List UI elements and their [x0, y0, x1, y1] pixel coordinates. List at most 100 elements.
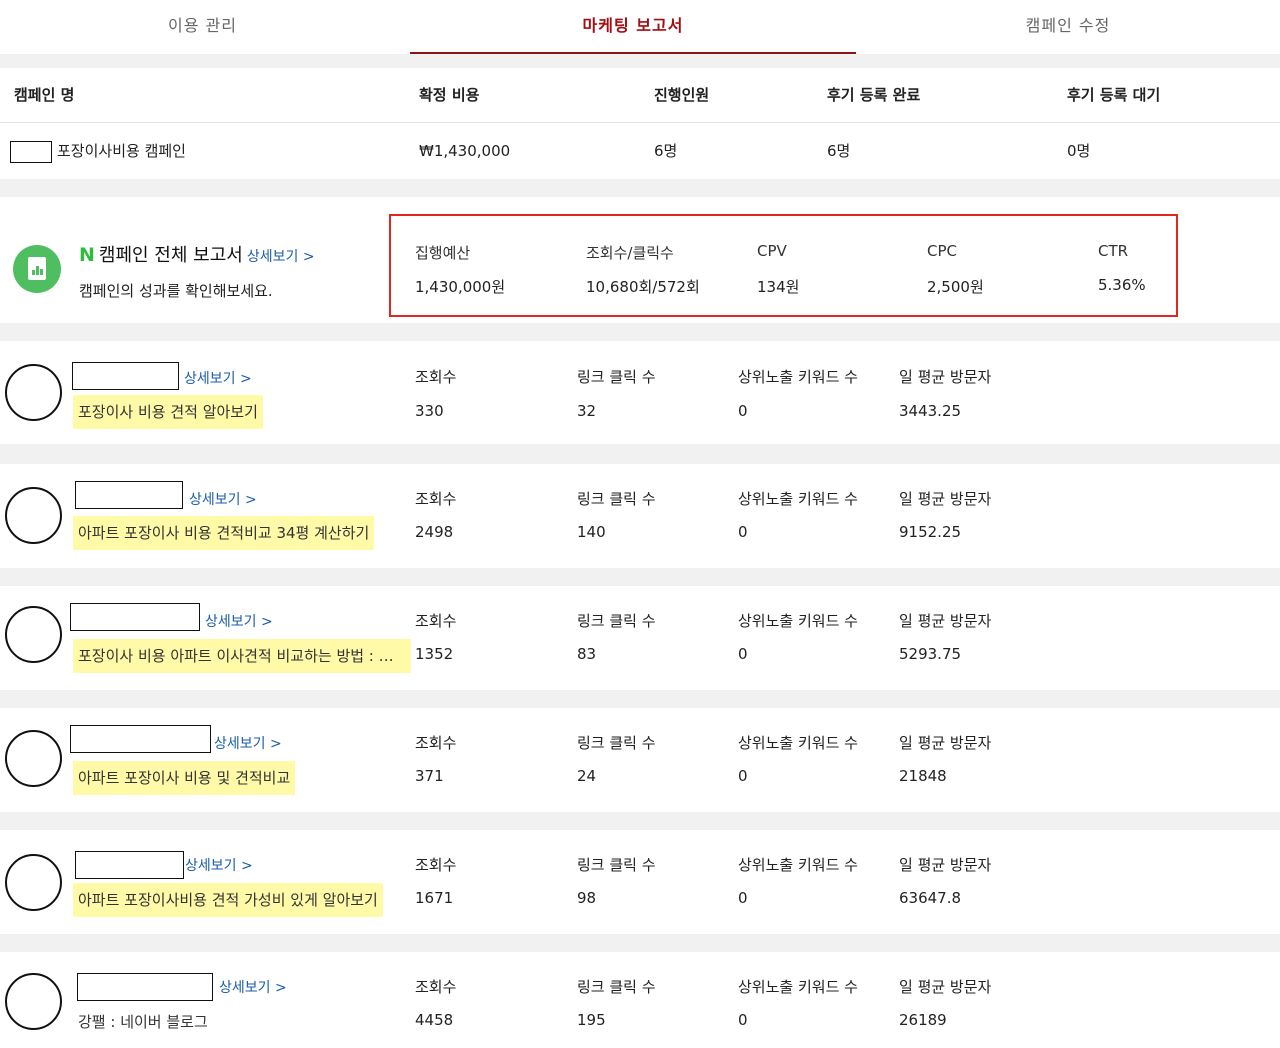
tab-usage-management[interactable]: 이용 관리	[0, 0, 405, 54]
link-clicks-value: 195	[577, 1011, 606, 1029]
overall-detail-link[interactable]: 상세보기 >	[247, 249, 315, 265]
link-clicks-label: 링크 클릭 수	[577, 978, 656, 996]
post-row: 상세보기 > 아파트 포장이사 비용 견적비교 34평 계산하기 조회수 링크 …	[0, 464, 1280, 568]
redacted-blog-name	[75, 851, 184, 879]
reviews-done-count: 6명	[827, 142, 851, 160]
redacted-box	[10, 140, 52, 163]
daily-visitors-label: 일 평균 방문자	[899, 978, 992, 996]
daily-visitors-value: 63647.8	[899, 889, 962, 907]
post-row: 상세보기 > 아파트 포장이사비용 견적 가성비 있게 알아보기 조회수 링크 …	[0, 830, 1280, 934]
post-detail-link[interactable]: 상세보기 >	[184, 368, 252, 388]
top-keywords-value: 0	[738, 402, 748, 420]
views-label: 조회수	[415, 856, 457, 874]
views-label: 조회수	[415, 368, 457, 386]
daily-visitors-label: 일 평균 방문자	[899, 734, 992, 752]
link-clicks-value: 140	[577, 523, 606, 541]
post-title[interactable]: 포장이사 비용 아파트 이사견적 비교하는 방법 : 종...	[73, 639, 411, 673]
post-title[interactable]: 강팰 : 네이버 블로그	[73, 1005, 213, 1039]
top-keywords-value: 0	[738, 645, 748, 663]
link-clicks-value: 24	[577, 767, 597, 785]
tab-marketing-report[interactable]: 마케팅 보고서	[410, 0, 856, 54]
daily-visitors-label: 일 평균 방문자	[899, 368, 992, 386]
avatar[interactable]	[5, 973, 62, 1030]
post-row: 상세보기 > 포장이사 비용 견적 알아보기 조회수 링크 클릭 수 상위노출 …	[0, 341, 1280, 444]
metric-label: CPC	[927, 242, 957, 260]
summary-header-row: 캠페인 명 확정 비용 진행인원 후기 등록 완료 후기 등록 대기	[0, 68, 1280, 123]
tab-campaign-edit[interactable]: 캠페인 수정	[856, 0, 1280, 54]
overall-title-text: 캠페인 전체 보고서	[98, 245, 243, 266]
metric-value: 1,430,000원	[415, 278, 506, 296]
post-title[interactable]: 포장이사 비용 견적 알아보기	[73, 395, 263, 429]
link-clicks-value: 32	[577, 402, 597, 420]
header-confirmed-cost: 확정 비용	[419, 86, 480, 104]
header-participants: 진행인원	[654, 86, 710, 104]
post-detail-link[interactable]: 상세보기 >	[205, 611, 273, 631]
post-detail-link[interactable]: 상세보기 >	[214, 733, 282, 753]
metric-value: 10,680회/572회	[586, 278, 700, 296]
redacted-blog-name	[77, 973, 213, 1001]
top-keywords-label: 상위노출 키워드 수	[738, 612, 858, 630]
summary-value-row: 포장이사비용 캠페인 ₩1,430,000 6명 6명 0명	[0, 124, 1280, 179]
metric-label: 집행예산	[415, 244, 471, 262]
views-value: 2498	[415, 523, 454, 541]
post-title[interactable]: 아파트 포장이사 비용 및 견적비교	[73, 761, 296, 795]
views-value: 330	[415, 402, 444, 420]
metric-value: 5.36%	[1098, 276, 1146, 294]
redacted-blog-name	[75, 481, 183, 509]
tab-bar: 이용 관리 마케팅 보고서 캠페인 수정	[0, 0, 1280, 54]
avatar[interactable]	[5, 854, 62, 911]
redacted-blog-name	[70, 603, 200, 631]
top-keywords-label: 상위노출 키워드 수	[738, 978, 858, 996]
link-clicks-label: 링크 클릭 수	[577, 490, 656, 508]
daily-visitors-value: 5293.75	[899, 645, 962, 663]
confirmed-cost: ₩1,430,000	[419, 142, 511, 160]
daily-visitors-value: 9152.25	[899, 523, 962, 541]
avatar[interactable]	[5, 487, 62, 544]
reviews-pending-count: 0명	[1067, 142, 1091, 160]
views-value: 1671	[415, 889, 454, 907]
top-keywords-label: 상위노출 키워드 수	[738, 734, 858, 752]
top-keywords-value: 0	[738, 523, 748, 541]
report-chart-icon	[13, 245, 61, 293]
post-detail-link[interactable]: 상세보기 >	[219, 977, 287, 997]
top-keywords-label: 상위노출 키워드 수	[738, 490, 858, 508]
daily-visitors-value: 21848	[899, 767, 947, 785]
top-keywords-label: 상위노출 키워드 수	[738, 368, 858, 386]
campaign-name: 포장이사비용 캠페인	[57, 142, 186, 160]
avatar[interactable]	[5, 606, 62, 663]
link-clicks-label: 링크 클릭 수	[577, 368, 656, 386]
campaign-name-cell: 포장이사비용 캠페인	[10, 124, 186, 179]
header-campaign-name: 캠페인 명	[14, 86, 75, 104]
metric-value: 134원	[757, 278, 800, 296]
daily-visitors-label: 일 평균 방문자	[899, 490, 992, 508]
link-clicks-value: 98	[577, 889, 597, 907]
post-title[interactable]: 아파트 포장이사 비용 견적비교 34평 계산하기	[73, 516, 375, 550]
link-clicks-label: 링크 클릭 수	[577, 612, 656, 630]
post-detail-link[interactable]: 상세보기 >	[189, 489, 257, 509]
post-title[interactable]: 아파트 포장이사비용 견적 가성비 있게 알아보기	[73, 883, 383, 917]
top-keywords-value: 0	[738, 1011, 748, 1029]
avatar[interactable]	[5, 730, 62, 787]
views-value: 1352	[415, 645, 454, 663]
header-reviews-pending: 후기 등록 대기	[1067, 86, 1161, 104]
views-label: 조회수	[415, 490, 457, 508]
views-value: 4458	[415, 1011, 454, 1029]
top-keywords-value: 0	[738, 767, 748, 785]
overall-description: 캠페인의 성과를 확인해보세요.	[79, 282, 273, 300]
top-keywords-value: 0	[738, 889, 748, 907]
metric-label: CTR	[1098, 242, 1129, 260]
link-clicks-label: 링크 클릭 수	[577, 734, 656, 752]
views-value: 371	[415, 767, 444, 785]
daily-visitors-label: 일 평균 방문자	[899, 856, 992, 874]
daily-visitors-value: 3443.25	[899, 402, 962, 420]
campaign-overall-report: N 캠페인 전체 보고서 상세보기 > 캠페인의 성과를 확인해보세요. 집행예산 …	[0, 197, 1280, 323]
redacted-blog-name	[72, 362, 179, 390]
post-detail-link[interactable]: 상세보기 >	[185, 855, 253, 875]
redacted-blog-name	[70, 725, 211, 753]
daily-visitors-value: 26189	[899, 1011, 947, 1029]
metric-label: CPV	[757, 242, 787, 260]
views-label: 조회수	[415, 612, 457, 630]
header-reviews-done: 후기 등록 완료	[827, 86, 921, 104]
naver-logo-icon: N	[79, 244, 95, 266]
avatar[interactable]	[5, 364, 62, 421]
